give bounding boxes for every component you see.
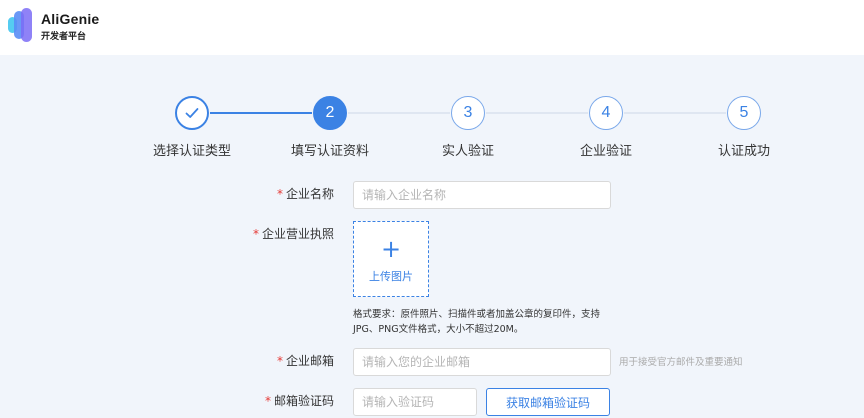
email-code-input[interactable]: [353, 388, 477, 416]
step-connector-4: [624, 112, 726, 114]
step-connector-3: [486, 112, 588, 114]
email-code-label: * 邮箱验证码: [264, 394, 334, 408]
step-3-circle: 3: [451, 96, 485, 130]
step-3-label: 实人验证: [441, 144, 494, 159]
get-email-code-button[interactable]: 获取邮箱验证码: [486, 388, 610, 416]
step-connector-1: [210, 112, 312, 114]
company-name-label: * 企业名称: [276, 187, 334, 201]
step-connector-2: [348, 112, 450, 114]
required-mark: *: [252, 227, 259, 241]
check-icon: [185, 108, 199, 118]
app-subtitle: 开发者平台: [41, 32, 87, 42]
step-5-label: 认证成功: [717, 144, 770, 159]
top-header: AliGenie 开发者平台: [0, 0, 864, 55]
step-2-circle: 2: [313, 96, 347, 130]
plus-icon: +: [380, 235, 402, 263]
app-name: AliGenie: [41, 11, 100, 27]
required-mark: *: [276, 187, 283, 201]
upload-format-hint: 格式要求：原件照片、扫描件或者加盖公章的复印件，支持 JPG、PNG文件格式，大…: [353, 309, 601, 335]
required-mark: *: [264, 394, 271, 408]
company-email-label: * 企业邮箱: [276, 354, 334, 368]
company-name-input[interactable]: [353, 181, 611, 209]
step-1-circle: [175, 96, 209, 130]
step-4-circle: 4: [589, 96, 623, 130]
upload-image-button[interactable]: + 上传图片: [353, 221, 429, 297]
company-email-input[interactable]: [353, 348, 611, 376]
required-mark: *: [276, 354, 283, 368]
aligenie-logo-icon[interactable]: [8, 8, 36, 42]
email-usage-hint: 用于接受官方邮件及重要通知: [619, 357, 743, 368]
step-5-circle: 5: [727, 96, 761, 130]
upload-image-label: 上传图片: [369, 270, 413, 283]
business-license-label: * 企业营业执照: [252, 227, 334, 241]
step-2-label: 填写认证资料: [290, 144, 369, 159]
progress-steps: 2 3 4 5 选择认证类型 填写认证资料 实人验证 企业验证 认证成功: [0, 90, 864, 160]
step-4-label: 企业验证: [579, 144, 632, 159]
step-1-label: 选择认证类型: [152, 144, 231, 159]
